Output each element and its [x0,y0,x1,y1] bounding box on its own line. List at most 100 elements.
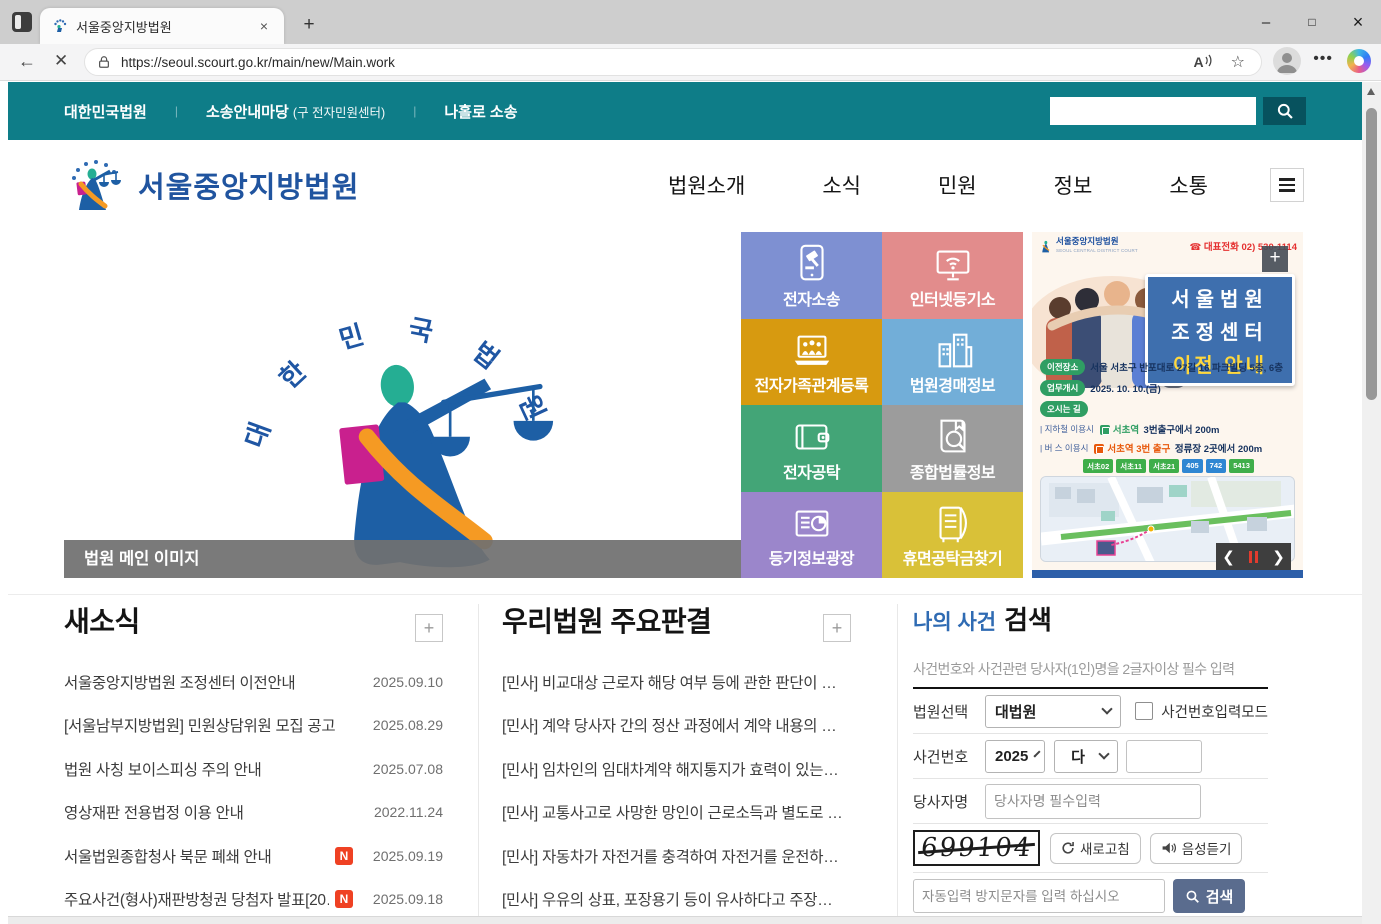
quicklink-tile[interactable]: 전자소송 [741,232,882,319]
nav-item[interactable]: 소식 [822,170,861,200]
read-aloud-icon[interactable]: A [1194,54,1213,70]
court-select[interactable]: 대법원 [985,695,1121,728]
browser-toolbar: ← ✕ https://seoul.scourt.go.kr/main/new/… [0,44,1381,81]
ruling-item[interactable]: [민사] 임차인의 임대차계약 해지통지가 효력이 있는… [502,747,851,791]
link-litigation-guide[interactable]: 소송안내마당 (구 전자민원센터) [206,101,385,122]
quicklink-tile[interactable]: 전자가족관계등록 [741,319,882,406]
badge-start: 업무개시 [1040,380,1085,396]
scrollbar-up-arrow[interactable] [1367,88,1375,95]
copilot-icon[interactable] [1347,49,1371,73]
urlbar-actions: A ☆ [1194,52,1245,72]
separator: | [413,104,416,118]
news-item[interactable]: 법원 사칭 보이스피싱 주의 안내 2025.07.08 [64,747,443,791]
poster-details: 이전장소서울 서초구 반포대로 27길 16 파크빌딩 5층, 6층 업무개시2… [1040,356,1297,473]
news-section: 새소식 + 서울중앙지방법원 조정센터 이전안내 2025.09.10 [서울남… [64,600,443,640]
footer-strip [8,916,1362,924]
stop-button[interactable]: ✕ [54,51,68,71]
site-logo[interactable]: 서울중앙지방법원 [64,156,359,214]
news-item[interactable]: [서울남부지방법원] 민원상담위원 모집 공고 2025.08.29 [64,704,443,748]
news-item[interactable]: 주요사건(형사)재판방청권 당첨자 발표[20… N 2025.09.18 [64,878,443,922]
site-search-input[interactable] [1050,97,1256,125]
quicklink-tile[interactable]: 법원경매정보 [882,319,1023,406]
nav-item[interactable]: 소통 [1169,170,1208,200]
wallet-icon [789,414,835,460]
nav-item[interactable]: 법원소개 [668,170,745,200]
window-controls: – □ × [1243,0,1381,44]
main-visual: 대 한 민 국 법 원 법원 메인 이미지 [64,232,741,578]
browser-tab[interactable]: 서울중앙지방법원 × [40,8,284,44]
poster-footer-strip [1032,570,1303,578]
case-number-input[interactable] [1126,740,1202,773]
rulings-section: 우리법원 주요판결 + [민사] 비교대상 근로자 해당 여부 등에 관한 판단… [502,600,851,640]
caseno-mode-checkbox[interactable] [1135,702,1153,720]
carousel-pause-button[interactable] [1241,543,1266,570]
captcha-image: 699104 [913,830,1040,866]
back-button[interactable]: ← [18,51,36,72]
quicklink-tile[interactable]: 휴면공탁금찾기 [882,492,1023,579]
quicklink-tile[interactable]: 인터넷등기소 [882,232,1023,319]
nav-item[interactable]: 민원 [938,170,977,200]
favorite-star-icon[interactable]: ☆ [1231,52,1245,72]
bus-icon [1094,444,1104,454]
court-select-label: 법원선택 [913,701,985,722]
ruling-item[interactable]: [민사] 비교대상 근로자 해당 여부 등에 관한 판단이 … [502,660,851,704]
news-item[interactable]: 서울중앙지방법원 조정센터 이전안내 2025.09.10 [64,660,443,704]
quicklink-tile[interactable]: 등기정보광장 [741,492,882,579]
new-badge: N [335,847,353,865]
url-bar[interactable]: https://seoul.scourt.go.kr/main/new/Main… [84,48,1262,76]
news-more-button[interactable]: + [415,614,443,642]
page-scrollbar[interactable] [1362,82,1381,924]
tab-close-icon[interactable]: × [254,18,274,34]
board-chart-icon [789,501,835,547]
link-self-litigation[interactable]: 나홀로 소송 [444,101,517,122]
party-name-row: 당사자명 [913,779,1268,824]
separator: | [175,104,178,118]
badge-way: 오시는 길 [1040,401,1088,417]
profile-avatar[interactable] [1273,47,1301,75]
year-select[interactable]: 2025 [985,740,1045,773]
ruling-item[interactable]: [민사] 자동차가 자전거를 충격하여 자전거를 운전하… [502,834,851,878]
site-search-button[interactable] [1263,97,1306,125]
ruling-item[interactable]: [민사] 계약 당사자 간의 정산 과정에서 계약 내용의 … [502,704,851,748]
close-window-button[interactable]: × [1335,0,1381,44]
news-title: 새소식 [64,600,443,640]
tab-title: 서울중앙지방법원 [76,17,254,36]
search-icon [1185,889,1200,904]
bus-route-pill: 서초11 [1116,459,1146,473]
quicklink-tile[interactable]: 전자공탁 [741,405,882,492]
hamburger-menu-icon[interactable] [1270,168,1304,202]
promo-banner[interactable]: 서울중앙지방법원SEOUL CENTRAL DISTRICT COURT ☎ 대… [1032,232,1303,578]
captcha-input[interactable] [913,879,1165,913]
case-number-row: 사건번호 2025 다 [913,734,1268,779]
nav-item[interactable]: 정보 [1054,170,1093,200]
scrollbar-thumb[interactable] [1366,108,1377,400]
banner-expand-button[interactable]: + [1262,246,1288,272]
party-name-input[interactable] [985,784,1201,819]
chevron-down-icon [1098,748,1109,759]
url-text: https://seoul.scourt.go.kr/main/new/Main… [121,55,1194,70]
link-korea-courts[interactable]: 대한민국법원 [64,101,147,122]
browser-menu-icon[interactable]: ••• [1313,50,1333,68]
captcha-input-row: 검색 [913,873,1268,919]
maximize-button[interactable]: □ [1289,0,1335,44]
workspaces-icon[interactable] [12,12,32,32]
new-tab-button[interactable]: + [296,12,322,38]
rulings-more-button[interactable]: + [823,614,851,642]
news-item[interactable]: 영상재판 전용법정 이용 안내 2022.11.24 [64,791,443,835]
minimize-button[interactable]: – [1243,0,1289,44]
case-search-button[interactable]: 검색 [1173,879,1245,913]
ruling-item[interactable]: [민사] 교통사고로 사망한 망인이 근로소득과 별도로 … [502,791,851,835]
safe-icon [930,501,976,547]
news-item[interactable]: 서울법원종합청사 북문 폐쇄 안내 N 2025.09.19 [64,834,443,878]
case-type-select[interactable]: 다 [1054,740,1118,773]
favicon-court-icon [52,18,68,34]
laptop-family-icon [789,328,835,374]
captcha-listen-button[interactable]: 음성듣기 [1150,833,1243,864]
ruling-item[interactable]: [민사] 우유의 상표, 포장용기 등이 유사하다고 주장… [502,878,851,922]
carousel-next-button[interactable]: ❯ [1266,543,1291,570]
chevron-down-icon [1102,703,1113,714]
carousel-prev-button[interactable]: ❮ [1216,543,1241,570]
quicklink-tile[interactable]: 종합법률정보 [882,405,1023,492]
bus-route-pill: 5413 [1229,459,1254,473]
captcha-refresh-button[interactable]: 새로고침 [1050,833,1141,864]
